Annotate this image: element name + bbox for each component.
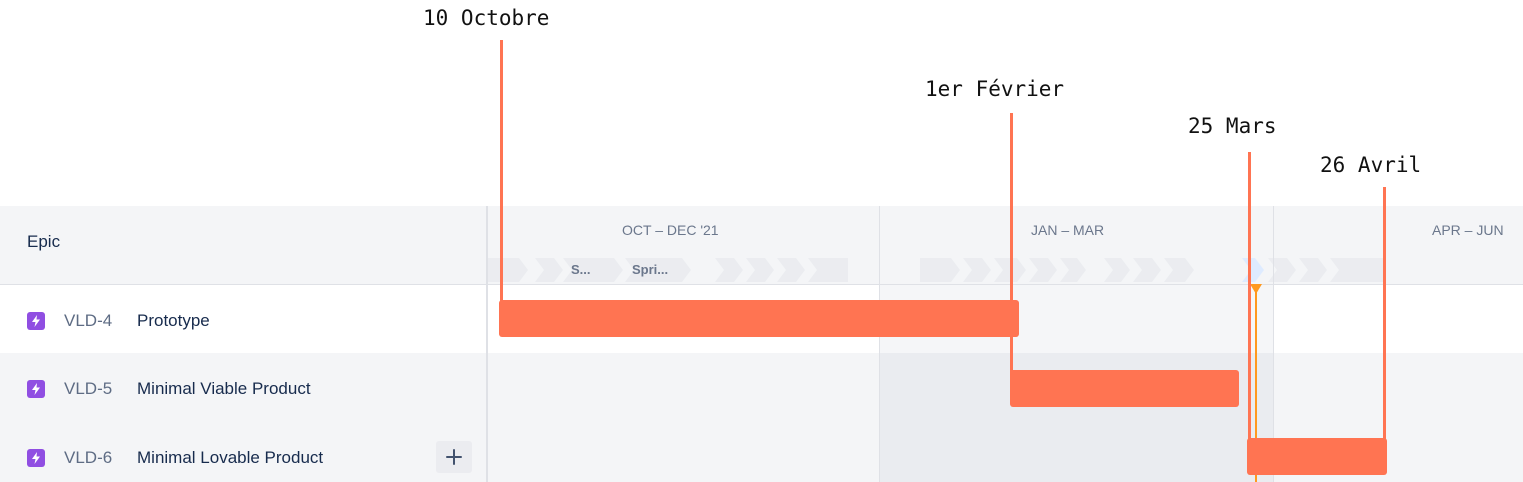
epic-column-header: Epic bbox=[27, 232, 61, 251]
timeline-bar-vld-6[interactable] bbox=[1247, 438, 1387, 475]
epic-lightning-icon bbox=[27, 380, 45, 398]
annotation-line-mlp-start bbox=[1248, 152, 1251, 442]
epic-key[interactable]: VLD-4 bbox=[64, 311, 112, 331]
today-marker-icon bbox=[1250, 284, 1262, 294]
epic-summary[interactable]: Minimal Viable Product bbox=[137, 379, 311, 399]
list-timeline-divider[interactable] bbox=[486, 206, 488, 482]
epic-summary[interactable]: Prototype bbox=[137, 311, 210, 331]
quarter-label-q2: APR – JUN bbox=[1432, 222, 1504, 238]
epic-lightning-icon bbox=[27, 312, 45, 330]
quarter-label-q4: OCT – DEC '21 bbox=[622, 222, 719, 238]
sprint-label: Spri... bbox=[632, 262, 669, 277]
epic-lightning-icon bbox=[27, 449, 45, 467]
annotation-label-mlp-end: 26 Avril bbox=[1320, 153, 1422, 177]
annotation-label-start: 10 Octobre bbox=[423, 6, 550, 30]
epic-key[interactable]: VLD-5 bbox=[64, 379, 112, 399]
timeline-bar-vld-5[interactable] bbox=[1010, 370, 1239, 407]
create-child-button[interactable] bbox=[436, 441, 472, 473]
annotation-label-mvp-start: 1er Février bbox=[925, 77, 1065, 101]
quarter-label-q1: JAN – MAR bbox=[1031, 222, 1105, 238]
annotation-label-mlp-start: 25 Mars bbox=[1188, 114, 1277, 138]
plus-icon bbox=[446, 449, 462, 465]
timeline-bar-vld-4[interactable] bbox=[499, 300, 1019, 337]
quarter-divider bbox=[879, 206, 880, 482]
sprint-label: S... bbox=[571, 262, 591, 277]
epic-key[interactable]: VLD-6 bbox=[64, 448, 112, 468]
annotation-line-mlp-end bbox=[1383, 187, 1386, 442]
annotation-line-start bbox=[500, 40, 503, 302]
epic-summary[interactable]: Minimal Lovable Product bbox=[137, 448, 323, 468]
annotation-line-mvp-start bbox=[1010, 113, 1013, 373]
